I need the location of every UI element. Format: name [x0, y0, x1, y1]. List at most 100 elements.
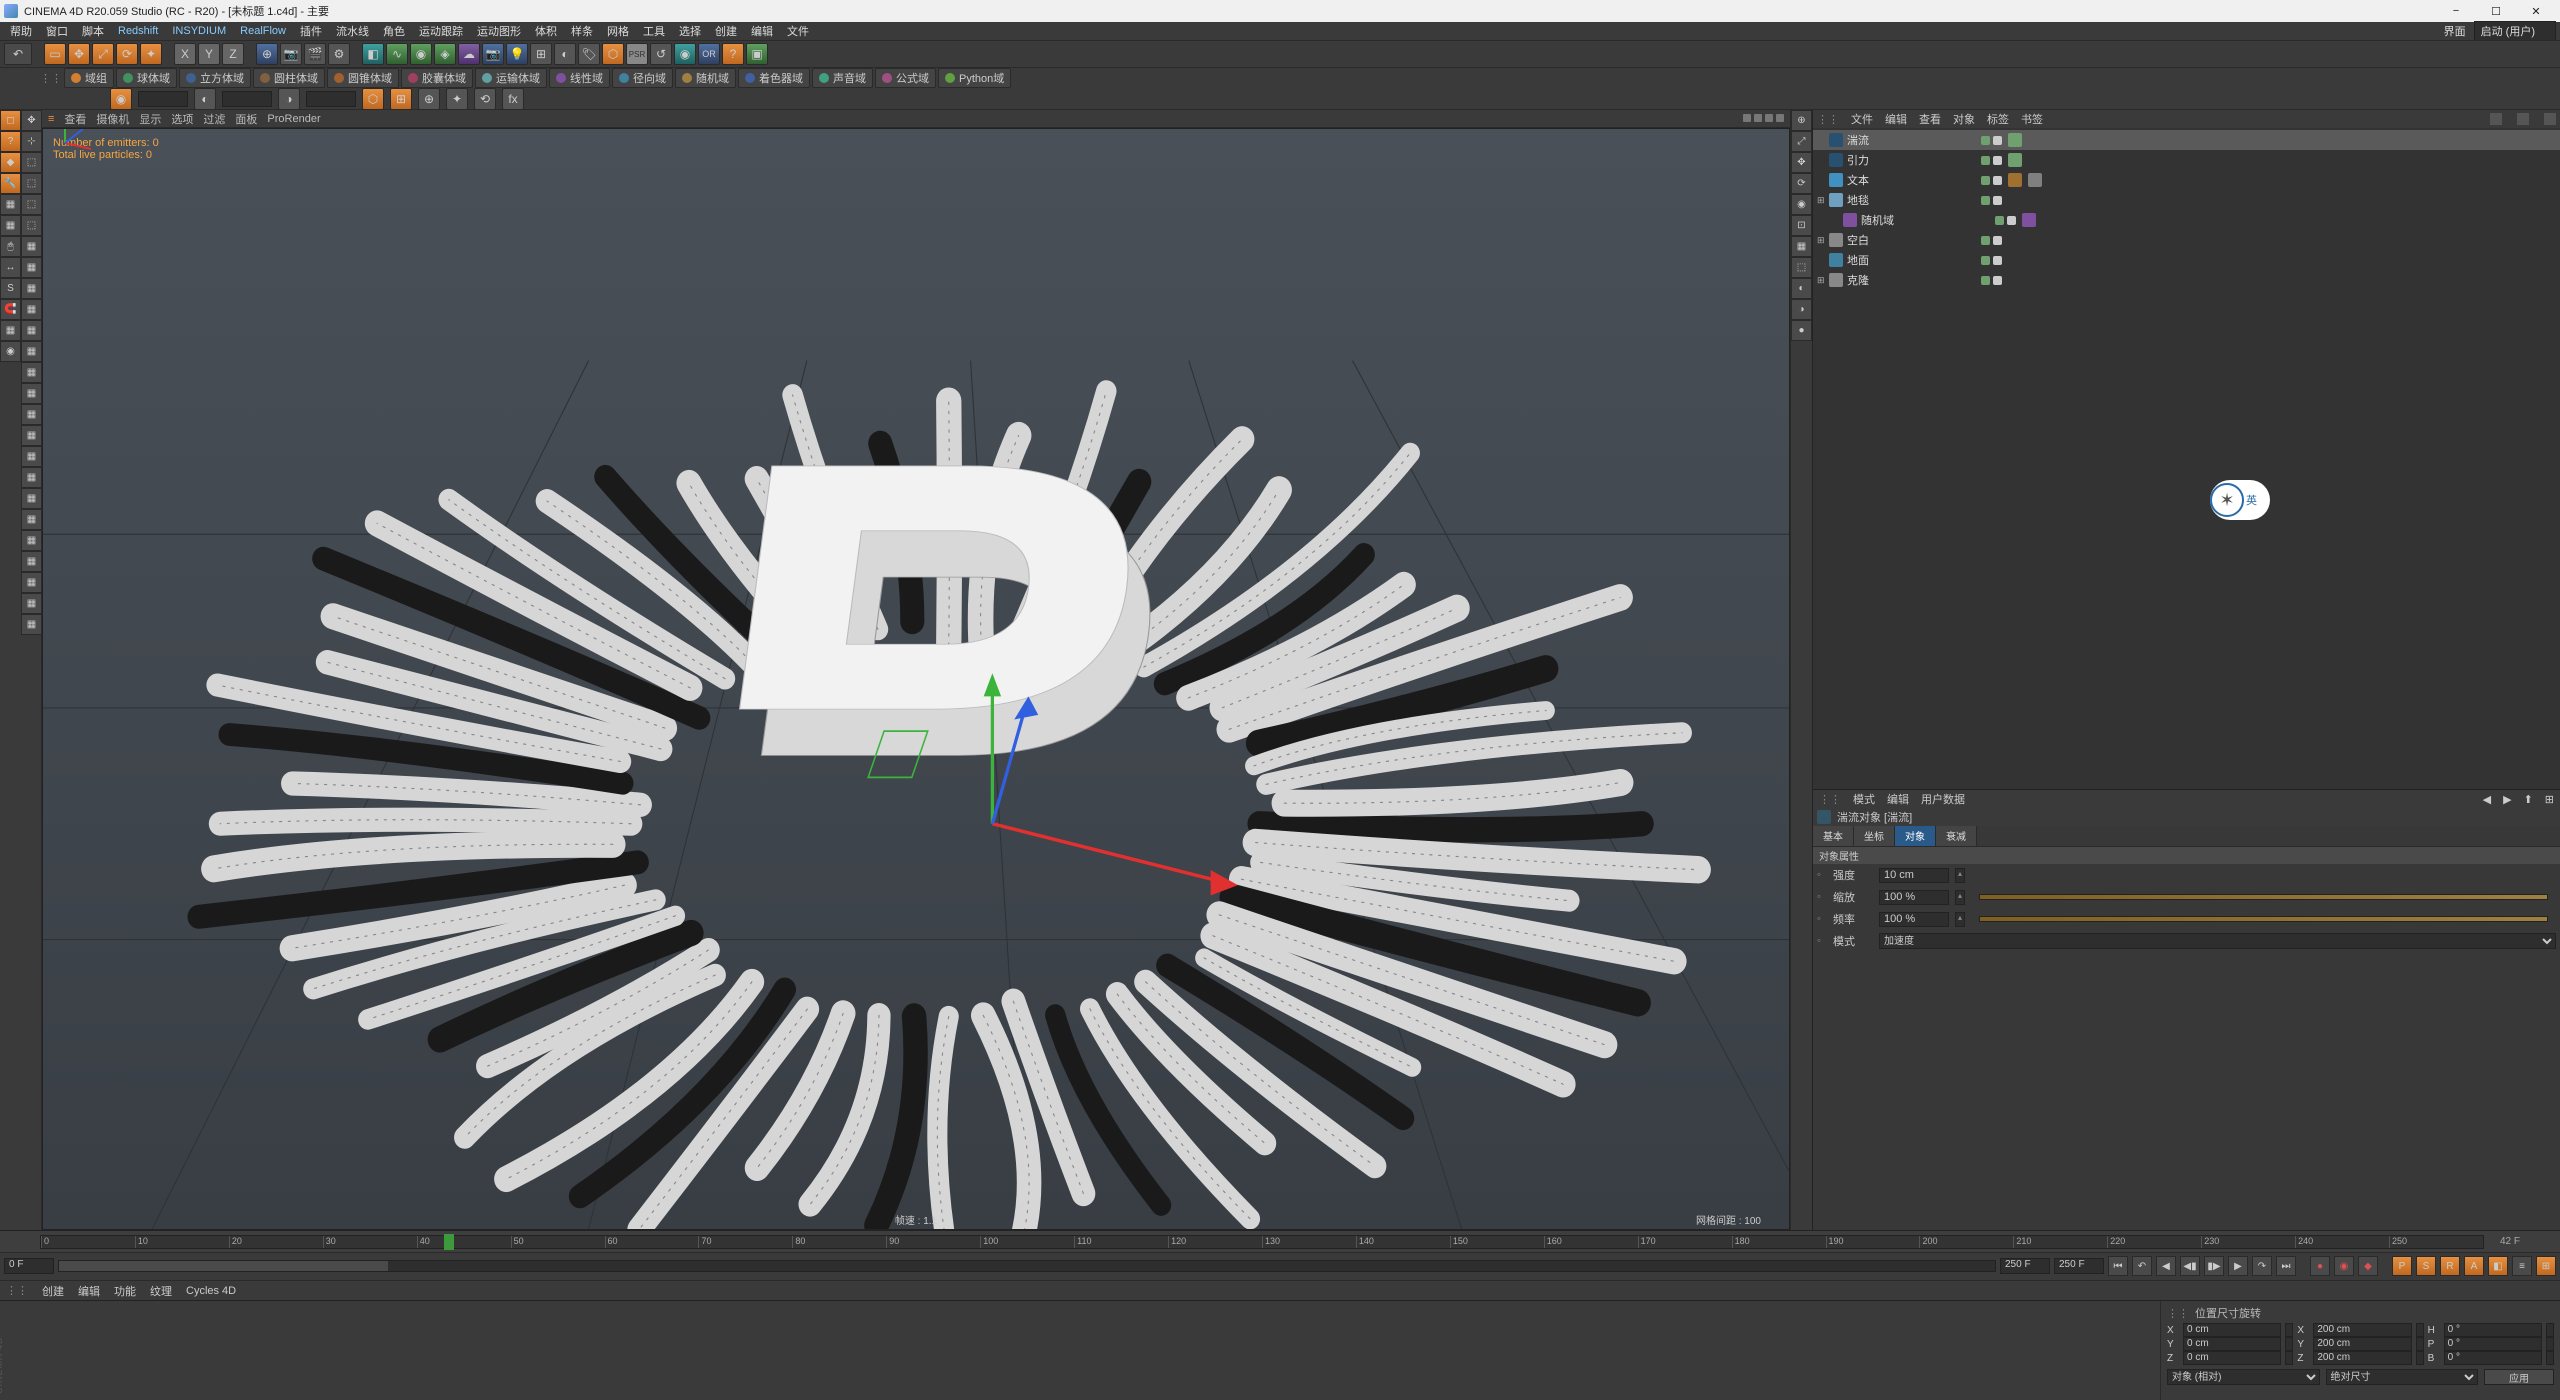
- field-胶囊体域[interactable]: 胶囊体域: [401, 68, 473, 88]
- attr-tab-衰减[interactable]: 衰减: [1936, 826, 1977, 846]
- left-tool-b17[interactable]: ▦: [21, 467, 42, 488]
- vpmenu-摄像机[interactable]: 摄像机: [96, 111, 129, 127]
- menu-创建[interactable]: 创建: [709, 22, 743, 40]
- field-运输体域[interactable]: 运输体域: [475, 68, 547, 88]
- apply-button[interactable]: 应用: [2484, 1369, 2554, 1385]
- goto-end-button[interactable]: ⏭: [2276, 1256, 2296, 1276]
- vpnav-8[interactable]: ◐: [1791, 278, 1812, 299]
- nt-1[interactable]: ◉: [110, 88, 132, 110]
- menu-脚本[interactable]: 脚本: [76, 22, 110, 40]
- attrmenu-模式[interactable]: 模式: [1853, 791, 1875, 807]
- tag-button[interactable]: 🏷: [578, 43, 600, 65]
- axis-x-button[interactable]: X: [174, 43, 196, 65]
- mode-select[interactable]: 加速度: [1879, 933, 2556, 949]
- next-key-button[interactable]: ↷: [2252, 1256, 2272, 1276]
- mograph-button[interactable]: ⊞: [530, 43, 552, 65]
- freq-input[interactable]: 100 %: [1879, 912, 1949, 927]
- vpnav-7[interactable]: ⬚: [1791, 257, 1812, 278]
- object-tree[interactable]: 湍流引力文本⊞地毯随机域⊞空白地面⊞克隆: [1813, 128, 2560, 789]
- left-tool-b13[interactable]: ▦: [21, 383, 42, 404]
- rot-key-button[interactable]: R: [2440, 1256, 2460, 1276]
- menu-选择[interactable]: 选择: [673, 22, 707, 40]
- left-tool-b8[interactable]: ▦: [21, 278, 42, 299]
- left-tool-b24[interactable]: ▦: [21, 614, 42, 635]
- vpnav-0[interactable]: ⊕: [1791, 110, 1812, 131]
- goto-start-button[interactable]: ⏮: [2108, 1256, 2128, 1276]
- objmenu-对象[interactable]: 对象: [1953, 111, 1975, 127]
- left-tool-b10[interactable]: ▦: [21, 320, 42, 341]
- menu-插件[interactable]: 插件: [294, 22, 328, 40]
- attrmenu-编辑[interactable]: 编辑: [1887, 791, 1909, 807]
- render-view-button[interactable]: 📷: [280, 43, 302, 65]
- vpnav-4[interactable]: ◉: [1791, 194, 1812, 215]
- menu-文件[interactable]: 文件: [781, 22, 815, 40]
- menu-工具[interactable]: 工具: [637, 22, 671, 40]
- menu-运动图形[interactable]: 运动图形: [471, 22, 527, 40]
- matmenu-Cycles 4D[interactable]: Cycles 4D: [186, 1285, 236, 1297]
- menu-流水线[interactable]: 流水线: [330, 22, 375, 40]
- undo-button[interactable]: ↶: [4, 43, 32, 65]
- nt-9[interactable]: fx: [502, 88, 524, 110]
- coord-system-button[interactable]: ⊕: [256, 43, 278, 65]
- layout-dropdown[interactable]: 启动 (用户): [2474, 21, 2556, 41]
- field-Python域[interactable]: Python域: [938, 68, 1011, 88]
- step-back-button[interactable]: ◀: [2156, 1256, 2176, 1276]
- step-fwd-button[interactable]: ▶: [2228, 1256, 2248, 1276]
- left-tool-a1[interactable]: ?: [0, 131, 21, 152]
- field-径向域[interactable]: 径向域: [612, 68, 673, 88]
- record-button[interactable]: ●: [2310, 1256, 2330, 1276]
- nt-3[interactable]: ◑: [278, 88, 300, 110]
- generator-button[interactable]: ◉: [410, 43, 432, 65]
- nt-7[interactable]: ✦: [446, 88, 468, 110]
- left-tool-b9[interactable]: ▦: [21, 299, 42, 320]
- attr-tab-坐标[interactable]: 坐标: [1854, 826, 1895, 846]
- viewport-layout-icons[interactable]: [1740, 113, 1784, 125]
- field-声音域[interactable]: 声音域: [812, 68, 873, 88]
- objmenu-编辑[interactable]: 编辑: [1885, 111, 1907, 127]
- maximize-button[interactable]: ☐: [2476, 0, 2516, 22]
- menu-运动跟踪[interactable]: 运动跟踪: [413, 22, 469, 40]
- matmenu-编辑[interactable]: 编辑: [78, 1283, 100, 1299]
- left-tool-a9[interactable]: 🧲: [0, 299, 21, 320]
- numeric-input-1[interactable]: [138, 91, 188, 107]
- menu-网格[interactable]: 网格: [601, 22, 635, 40]
- field-圆锥体域[interactable]: 圆锥体域: [327, 68, 399, 88]
- vpmenu-选项[interactable]: 选项: [171, 111, 193, 127]
- menu-窗口[interactable]: 窗口: [40, 22, 74, 40]
- spline-button[interactable]: ∿: [386, 43, 408, 65]
- tree-item-湍流[interactable]: 湍流: [1813, 130, 2560, 150]
- nt-4[interactable]: ⬡: [362, 88, 384, 110]
- vpmenu-过滤[interactable]: 过滤: [203, 111, 225, 127]
- vpnav-9[interactable]: ◑: [1791, 299, 1812, 320]
- attr-tab-对象[interactable]: 对象: [1895, 826, 1936, 846]
- timeline-range-slider[interactable]: [58, 1260, 1996, 1272]
- left-tool-b22[interactable]: ▦: [21, 572, 42, 593]
- extra-button[interactable]: ▣: [746, 43, 768, 65]
- minimize-button[interactable]: −: [2436, 0, 2476, 22]
- end-frame-input[interactable]: 250 F: [2054, 1258, 2104, 1274]
- vpmenu-ProRender[interactable]: ProRender: [267, 113, 320, 125]
- matmenu-纹理[interactable]: 纹理: [150, 1283, 172, 1299]
- coord-mode-1[interactable]: 对象 (相对): [2167, 1369, 2320, 1385]
- matmenu-功能[interactable]: 功能: [114, 1283, 136, 1299]
- scale-slider[interactable]: [1979, 894, 2548, 900]
- left-tool-a6[interactable]: 🖱: [0, 236, 21, 257]
- field-球体域[interactable]: 球体域: [116, 68, 177, 88]
- nt-6[interactable]: ⊕: [418, 88, 440, 110]
- vpnav-1[interactable]: ⤢: [1791, 131, 1812, 152]
- left-tool-b18[interactable]: ▦: [21, 488, 42, 509]
- scale-tool[interactable]: ⤢: [92, 43, 114, 65]
- left-tool-b20[interactable]: ▦: [21, 530, 42, 551]
- environment-button[interactable]: ☁: [458, 43, 480, 65]
- axis-z-button[interactable]: Z: [222, 43, 244, 65]
- viewport[interactable]: Number of emitters: 0 Total live particl…: [42, 128, 1790, 1230]
- left-tool-b16[interactable]: ▦: [21, 446, 42, 467]
- left-tool-b2[interactable]: ⬚: [21, 152, 42, 173]
- key-opts-button[interactable]: ≡: [2512, 1256, 2532, 1276]
- left-tool-a7[interactable]: ↔: [0, 257, 21, 278]
- deformer-button[interactable]: ◈: [434, 43, 456, 65]
- help-button[interactable]: ?: [722, 43, 744, 65]
- vpnav-6[interactable]: ▦: [1791, 236, 1812, 257]
- menu-Redshift[interactable]: Redshift: [112, 24, 164, 38]
- key-mode-button[interactable]: ⊞: [2536, 1256, 2556, 1276]
